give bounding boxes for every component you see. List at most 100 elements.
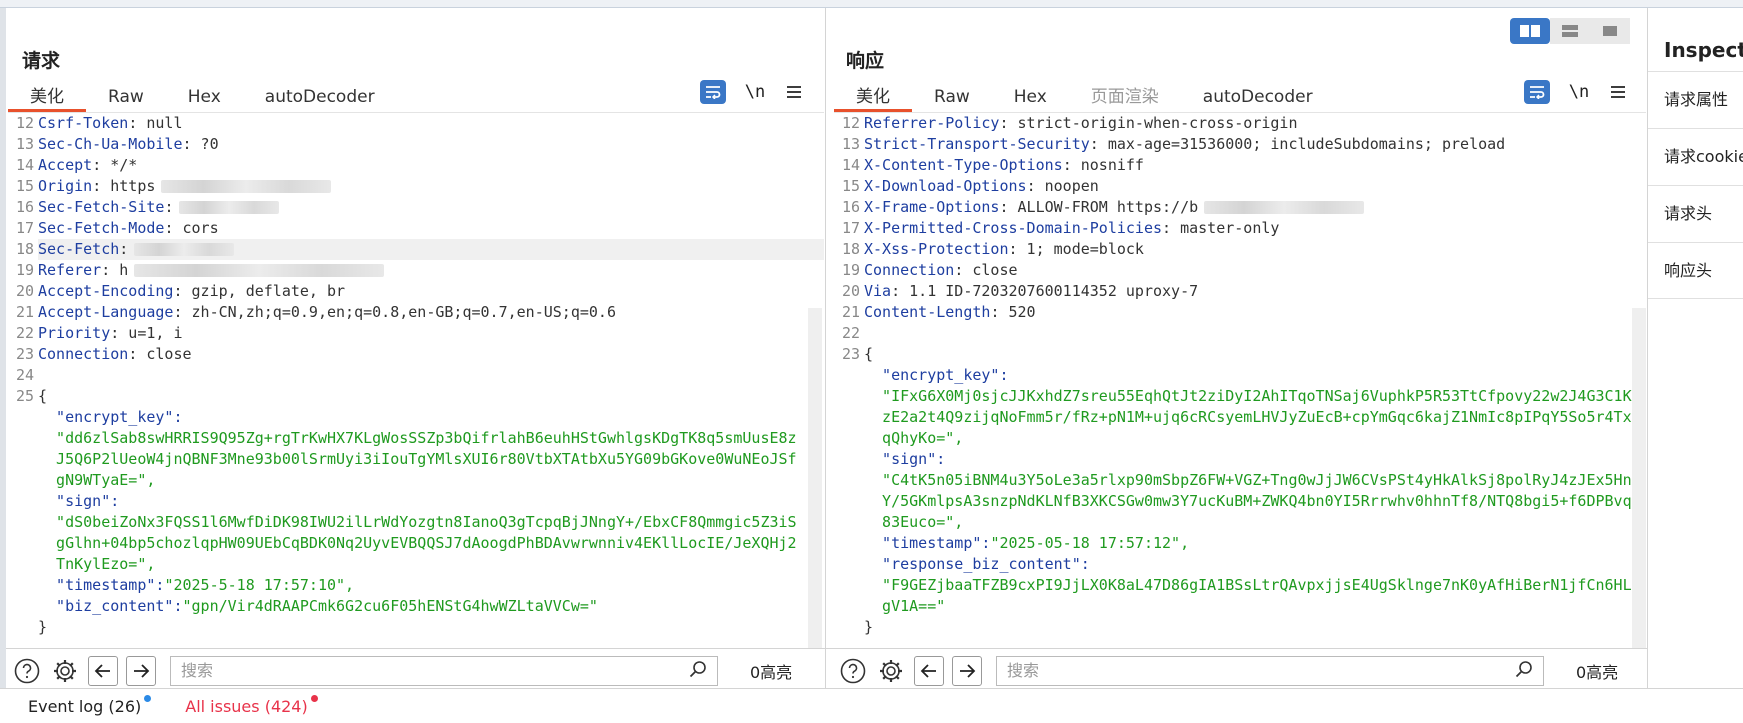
issues-notification-dot [310, 694, 318, 702]
settings-gear-icon[interactable] [876, 656, 906, 686]
menu-icon[interactable] [784, 82, 804, 102]
code-text: } [864, 618, 874, 636]
settings-gear-icon[interactable] [50, 656, 80, 686]
previous-match-arrow-icon[interactable] [914, 655, 944, 686]
help-icon[interactable] [12, 656, 42, 686]
all-issues-tab[interactable]: All issues (424) [185, 694, 318, 716]
next-match-arrow-icon[interactable] [952, 655, 982, 686]
tab-0[interactable]: 美化 [834, 82, 912, 112]
help-icon[interactable] [838, 656, 868, 686]
line-content: Strict-Transport-Security: max-age=31536… [864, 134, 1646, 155]
code-line: gN9WTyaE=", [8, 470, 824, 491]
line-content: X-Frame-Options: ALLOW-FROM https://b [864, 197, 1646, 218]
line-number: 13 [15, 135, 34, 153]
code-line: gV1A==" [834, 596, 1646, 617]
header-name: Connection [864, 261, 955, 279]
stacked-layout-icon[interactable] [1550, 18, 1590, 44]
tab-0[interactable]: 美化 [8, 82, 86, 112]
header-value: close [137, 345, 192, 363]
line-content: } [38, 617, 824, 638]
response-search-field [996, 655, 1544, 686]
code-line: J5Q6P2lUeoW4jnQBNF3Mne93b00lSrmUyi3iIouT… [8, 449, 824, 470]
header-colon: : [1026, 177, 1036, 195]
redacted-value [179, 201, 280, 214]
line-content: "sign": [864, 449, 1646, 470]
header-value: 1; mode=block [1017, 240, 1144, 258]
single-pane-layout-icon[interactable] [1590, 18, 1630, 44]
response-search-input[interactable] [1007, 661, 1515, 680]
menu-icon[interactable] [1608, 82, 1628, 102]
header-colon: : [92, 156, 102, 174]
header-name: Accept-Encoding [38, 282, 174, 300]
next-match-arrow-icon[interactable] [126, 655, 156, 686]
code-line: 12 Referrer-Policy: strict-origin-when-cr… [834, 113, 1646, 134]
inspector-item-request-attributes[interactable]: 请求属性 [1648, 71, 1743, 128]
response-editor[interactable]: 12 Referrer-Policy: strict-origin-when-cr… [834, 112, 1646, 648]
code-line: 14 X-Content-Type-Options: nosniff [834, 155, 1646, 176]
request-highlight-count: 0高亮 [750, 662, 793, 682]
header-value: nosniff [1071, 156, 1144, 174]
code-line: "F9GEZjbaaTFZB9cxPI9JjLX0K8aL47D86gIA1BS… [834, 575, 1646, 596]
tab-2[interactable]: Hex [992, 82, 1069, 112]
header-value: master-only [1171, 219, 1280, 237]
header-colon: : [101, 261, 111, 279]
code-line: "encrypt_key": [8, 407, 824, 428]
tab-1[interactable]: Raw [912, 82, 992, 112]
header-name: X-Download-Options [864, 177, 1027, 195]
request-search-input[interactable] [181, 661, 689, 680]
line-content: X-Permitted-Cross-Domain-Policies: maste… [864, 218, 1646, 239]
tab-4[interactable]: autoDecoder [1181, 82, 1335, 112]
header-name: Sec-Fetch-Mode [38, 219, 165, 237]
inspector-item-response-headers[interactable]: 响应头 [1648, 242, 1743, 299]
show-newlines-button[interactable]: \n [744, 82, 766, 102]
tab-1[interactable]: Raw [86, 82, 166, 112]
event-log-tab[interactable]: Event log (26) [28, 694, 152, 716]
tab-3[interactable]: 页面渲染 [1069, 82, 1181, 112]
show-newlines-button[interactable]: \n [1568, 82, 1590, 102]
json-value: gN9WTyaE=", [38, 471, 156, 489]
code-line: zE2a2t4Q9zijqNoFmm5r/fRz+pN1M+ujq6cRCsye… [834, 407, 1646, 428]
redacted-value [134, 243, 235, 256]
side-by-side-layout-icon[interactable] [1510, 18, 1550, 44]
line-content: gGlhn+04bp5chozlqpHW09UEbCqBDK0Nq2UyvEVB… [38, 533, 824, 554]
code-line: 24 [8, 365, 824, 386]
code-line: "dS0beiZoNx3FQSS1l6MwfDiDK98IWU2ilLrWdYo… [8, 512, 824, 533]
inspector-item-request-headers[interactable]: 请求头 [1648, 185, 1743, 242]
request-editor[interactable]: 12 Csrf-Token: null 13 Sec-Ch-Ua-Mobile: ?0… [8, 112, 824, 648]
wrap-lines-icon[interactable] [700, 80, 726, 104]
header-value: noopen [1035, 177, 1099, 195]
code-text: } [38, 618, 48, 636]
line-number: 22 [841, 324, 860, 342]
header-name: Csrf-Token [38, 114, 129, 132]
status-footer: Event log (26) All issues (424) [0, 688, 1743, 723]
request-scrollbar[interactable] [808, 308, 822, 648]
search-icon[interactable] [689, 660, 707, 682]
previous-match-arrow-icon[interactable] [88, 655, 118, 686]
header-colon: : [182, 135, 192, 153]
code-line: 83Euco=", [834, 512, 1646, 533]
line-number: 19 [841, 261, 860, 279]
json-value: Y/5GKmlpsA3snzpNdKLNfB3XKCSGw0mw3Y7ucKuB… [864, 492, 1632, 510]
json-value: "IFxG6X0Mj0sjcJJKxhdZ7sreu55EqhQtJt2ziDy… [864, 387, 1632, 405]
json-value: "dS0beiZoNx3FQSS1l6MwfDiDK98IWU2ilLrWdYo… [38, 513, 797, 531]
json-key: "encrypt_key": [38, 408, 183, 426]
tab-2[interactable]: Hex [166, 82, 243, 112]
line-content: "C4tK5n05iBNM4u3Y5oLe3a5rlxp90mSbpZ6FW+V… [864, 470, 1646, 491]
header-name: Connection [38, 345, 129, 363]
header-colon: : [1162, 219, 1172, 237]
line-content: "encrypt_key": [38, 407, 824, 428]
response-highlight-count: 0高亮 [1576, 662, 1619, 682]
json-value: gV1A==" [864, 597, 946, 615]
inspector-item-request-cookies[interactable]: 请求cookie [1648, 128, 1743, 185]
inspector-panel: Inspector 请求属性 请求cookie 请求头 响应头 [1648, 8, 1743, 688]
tab-3[interactable]: autoDecoder [243, 82, 397, 112]
header-colon: : [1089, 135, 1099, 153]
header-colon: : [1008, 240, 1018, 258]
response-scrollbar[interactable] [1632, 308, 1646, 648]
wrap-lines-icon[interactable] [1524, 80, 1550, 104]
search-icon[interactable] [1515, 660, 1533, 682]
line-content [864, 323, 1646, 344]
event-log-label: Event log (26) [28, 696, 142, 716]
code-line: Y/5GKmlpsA3snzpNdKLNfB3XKCSGw0mw3Y7ucKuB… [834, 491, 1646, 512]
line-content: Priority: u=1, i [38, 323, 824, 344]
